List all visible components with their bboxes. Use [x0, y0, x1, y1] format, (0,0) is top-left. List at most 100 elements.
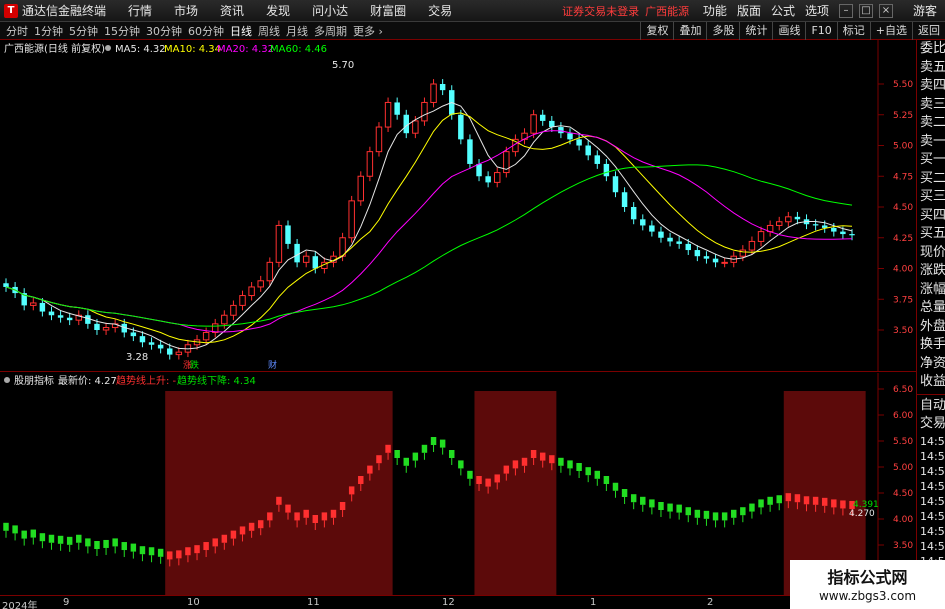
side-tab-auto[interactable]: 自动 — [917, 397, 945, 416]
y-tick-label: 4.25 — [893, 234, 913, 244]
period-timeshare[interactable]: 分时 — [6, 23, 28, 39]
side-ask2[interactable]: 卖二 — [917, 114, 945, 133]
guest-user[interactable]: 游客 — [913, 2, 937, 19]
maximize-icon[interactable]: □ — [858, 3, 873, 18]
candle-body — [375, 126, 383, 153]
trend-marker — [539, 452, 546, 461]
trend-marker — [403, 457, 409, 466]
tool-add-watchlist-button[interactable]: +自选 — [869, 22, 912, 40]
side-tab-trade[interactable]: 交易 — [917, 415, 945, 434]
side-change: 涨跌 — [920, 263, 945, 278]
trend-marker — [248, 522, 255, 531]
menu-market-quotes[interactable]: 行情 — [128, 2, 152, 19]
trend-marker — [439, 439, 446, 448]
period-more[interactable]: 更多 › — [353, 23, 383, 39]
menu-options[interactable]: 选项 — [805, 2, 829, 19]
sub-y-tick-label: 3.50 — [893, 541, 913, 551]
tool-back-button[interactable]: 返回 — [912, 22, 945, 40]
candle-body — [549, 120, 555, 128]
trend-marker — [549, 455, 555, 464]
side-ask3[interactable]: 卖三 — [917, 96, 945, 115]
candle-body — [539, 114, 546, 121]
trend-marker — [658, 502, 664, 510]
trend-marker — [121, 542, 127, 551]
side-tick-time: 14:56 — [920, 464, 945, 478]
side-tick-time: 14:56 — [920, 434, 945, 448]
trend-marker — [758, 499, 764, 508]
trend-marker — [494, 474, 500, 483]
trend-marker — [831, 499, 837, 508]
main-kline-chart[interactable]: 5.50 5.25 5.00 4.75 4.50 4.25 4.00 3.75 3.50 广西能… — [0, 40, 916, 372]
trend-marker — [257, 520, 264, 529]
side-ask1[interactable]: 卖一 — [917, 133, 945, 152]
candle-body — [748, 240, 756, 251]
settings-icon[interactable] — [105, 45, 111, 51]
period-15min[interactable]: 15分钟 — [104, 23, 140, 39]
side-volume: 总量 — [920, 300, 945, 315]
menu-ask[interactable]: 问小达 — [312, 2, 348, 19]
trend-marker — [630, 494, 637, 503]
candle-body — [585, 145, 591, 156]
minimize-icon[interactable]: – — [838, 3, 853, 18]
y-tick-label: 5.00 — [893, 142, 913, 152]
menu-trade[interactable]: 交易 — [428, 2, 452, 19]
candle-body — [94, 323, 100, 330]
period-5min[interactable]: 5分钟 — [69, 23, 98, 39]
trend-marker — [394, 450, 400, 458]
side-commission-ratio: 委比 — [920, 41, 945, 56]
x-label-oct: 10 — [187, 597, 200, 608]
menu-layout[interactable]: 版面 — [737, 2, 761, 19]
trend-marker — [85, 538, 91, 547]
app-title: 通达信金融终端 — [22, 4, 107, 18]
trend-marker — [285, 504, 291, 513]
trend-marker — [667, 503, 673, 512]
close-icon[interactable]: × — [878, 3, 893, 18]
tool-mark-button[interactable]: 标记 — [836, 22, 870, 40]
trend-marker — [576, 463, 582, 471]
x-label-nov: 11 — [307, 597, 320, 608]
side-tick-time: 14:56 — [920, 479, 945, 493]
tool-f10-button[interactable]: F10 — [805, 22, 836, 40]
side-change-pct: 涨幅 — [920, 281, 945, 297]
period-multi[interactable]: 多周期 — [314, 23, 347, 39]
side-bid4[interactable]: 买四 — [917, 207, 945, 226]
trend-marker — [767, 496, 773, 505]
login-warning[interactable]: 证券交易未登录 — [562, 3, 639, 19]
candle-body — [266, 261, 274, 282]
period-daily[interactable]: 日线 — [230, 23, 252, 39]
period-60min[interactable]: 60分钟 — [188, 23, 224, 39]
ma10-label: MA10: 4.34 — [164, 44, 221, 55]
tool-stats-button[interactable]: 统计 — [739, 22, 772, 40]
period-monthly[interactable]: 月线 — [286, 23, 308, 39]
menu-discover[interactable]: 发现 — [266, 2, 290, 19]
candle-body — [640, 219, 646, 226]
x-axis: 2024年 9 10 11 12 1 2 — [0, 595, 916, 609]
tool-overlay-button[interactable]: 叠加 — [673, 22, 706, 40]
trend-marker — [412, 452, 419, 461]
candle-body — [239, 295, 246, 306]
menu-function[interactable]: 功能 — [703, 2, 727, 19]
side-turnover: 换手 — [920, 337, 945, 352]
trend-marker — [230, 530, 237, 539]
side-ask5[interactable]: 卖五 — [917, 59, 945, 78]
candle-body — [257, 280, 264, 288]
y-tick-label: 4.75 — [893, 172, 913, 182]
sub-indicator-chart[interactable]: 6.50 6.00 5.50 5.00 4.50 4.00 3.50 股朋指标 最新价: 4… — [0, 373, 916, 595]
side-bid5[interactable]: 买五 — [917, 225, 945, 244]
side-bid1[interactable]: 买一 — [917, 151, 945, 170]
period-1min[interactable]: 1分钟 — [34, 23, 63, 39]
side-ask4[interactable]: 卖四 — [917, 77, 945, 96]
side-bid3[interactable]: 买三 — [917, 188, 945, 207]
menu-market[interactable]: 市场 — [174, 2, 198, 19]
candle-body — [421, 101, 428, 122]
tool-adjust-button[interactable]: 复权 — [640, 22, 673, 40]
period-weekly[interactable]: 周线 — [258, 23, 280, 39]
tool-multi-stock-button[interactable]: 多股 — [706, 22, 739, 40]
menu-news[interactable]: 资讯 — [220, 2, 244, 19]
tool-draw-button[interactable]: 画线 — [772, 22, 805, 40]
period-30min[interactable]: 30分钟 — [146, 23, 182, 39]
indicator-settings-icon[interactable] — [4, 377, 10, 383]
menu-wealth[interactable]: 财富圈 — [370, 2, 406, 19]
side-bid2[interactable]: 买二 — [917, 170, 945, 189]
menu-formula[interactable]: 公式 — [771, 2, 795, 19]
